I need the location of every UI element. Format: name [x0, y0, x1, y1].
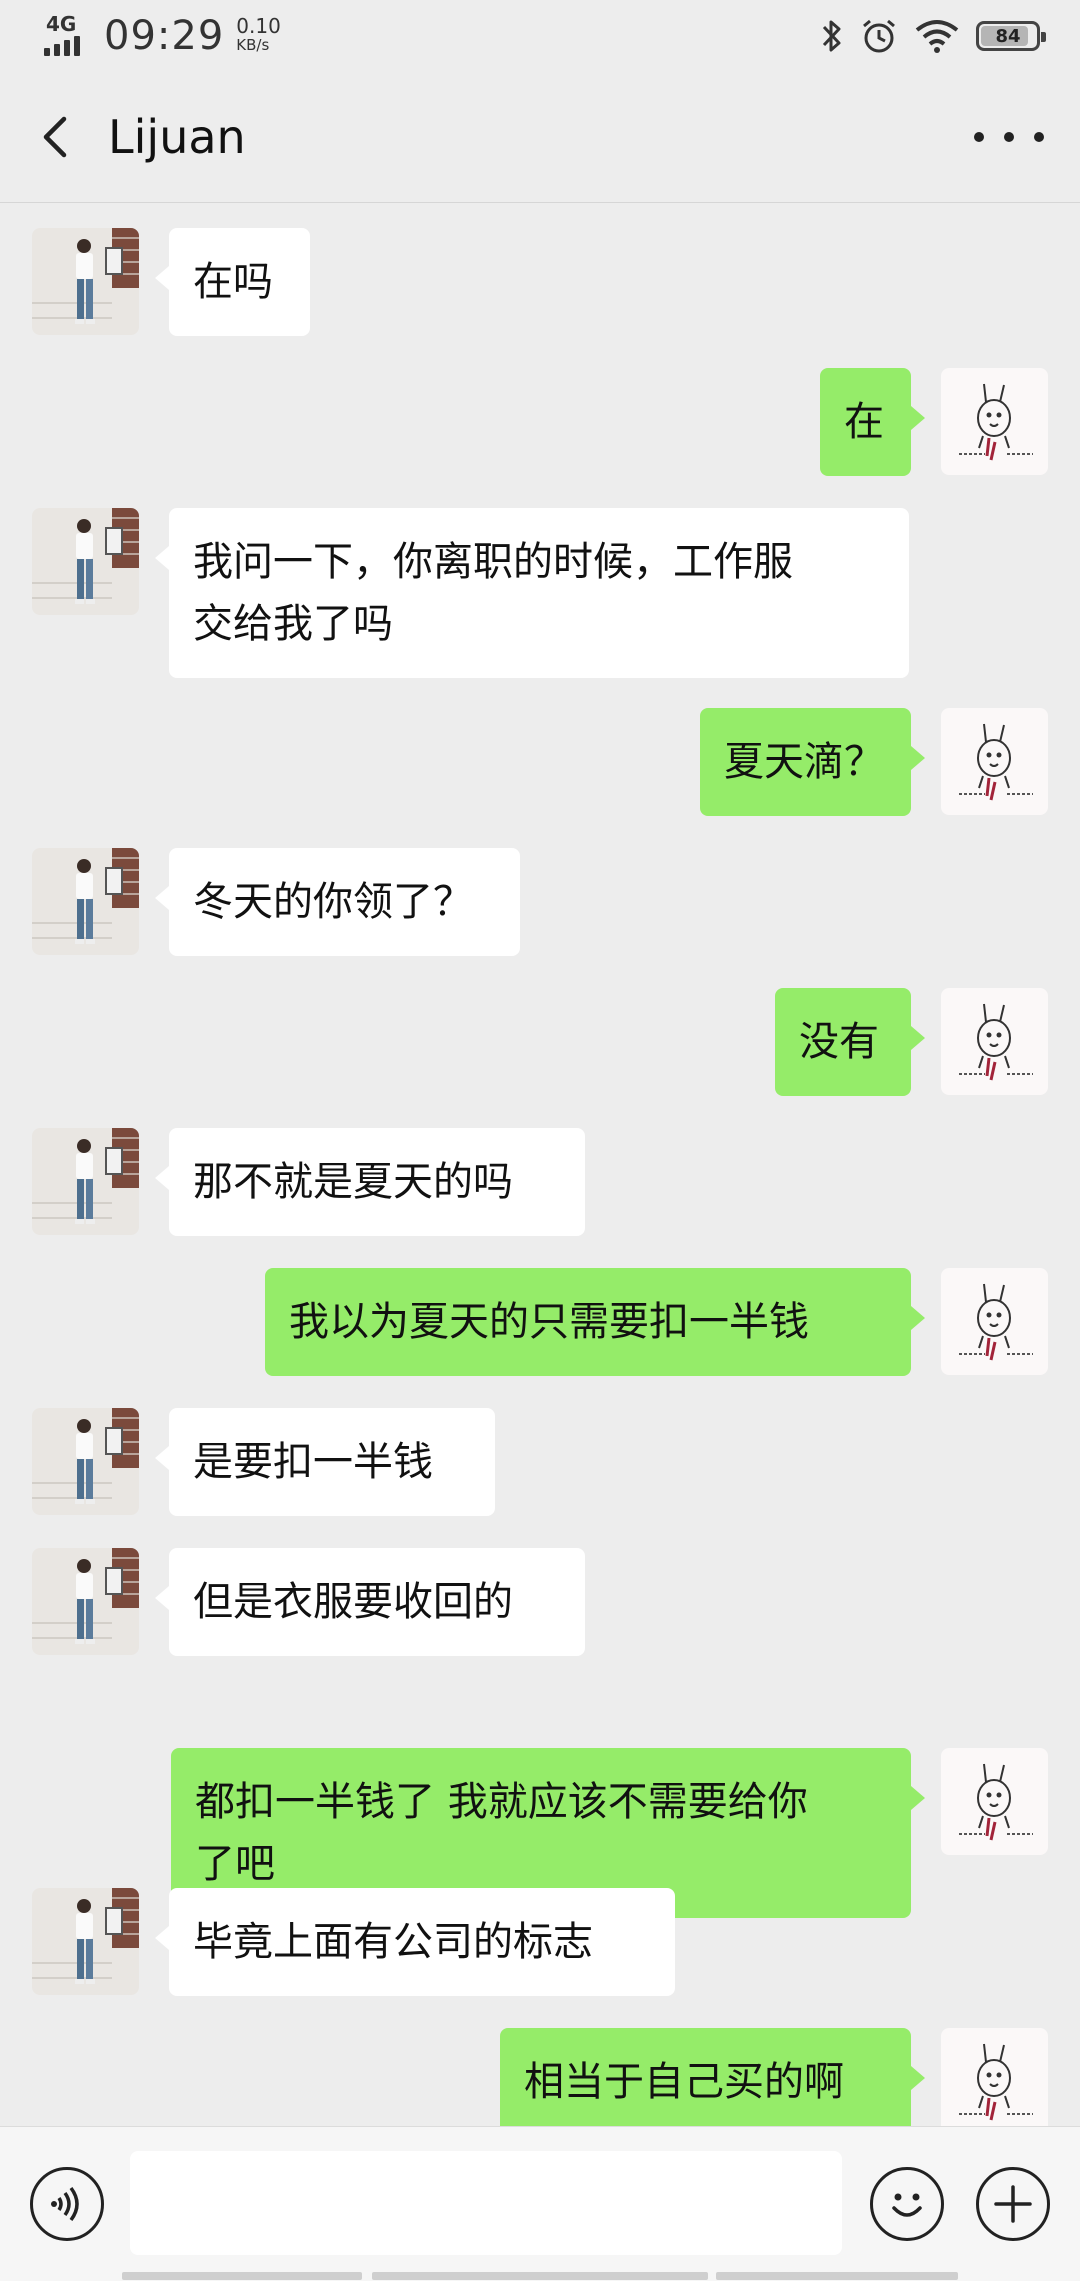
network-speed: 0.10 KB/s	[236, 14, 281, 55]
chevron-left-icon	[43, 116, 67, 158]
more-functions-button[interactable]	[976, 2167, 1050, 2241]
contact-avatar[interactable]	[32, 848, 139, 955]
nav-hint-left	[122, 2272, 362, 2280]
emoji-button[interactable]	[870, 2167, 944, 2241]
contact-avatar[interactable]	[32, 1128, 139, 1235]
network-speed-value: 0.10	[236, 14, 281, 38]
my-avatar[interactable]	[941, 1748, 1048, 1855]
status-time: 09:29	[104, 13, 225, 59]
status-bar: 4G 09:29 0.10 KB/s 84	[0, 0, 1080, 72]
alarm-icon	[863, 19, 895, 53]
battery-level: 84	[995, 25, 1021, 47]
emoji-icon	[892, 2193, 922, 2217]
contact-avatar[interactable]	[32, 1548, 139, 1655]
received-message-bubble[interactable]: 那不就是夏天的吗	[155, 1128, 585, 1236]
bluetooth-icon	[822, 20, 841, 52]
input-bar	[0, 2126, 1080, 2281]
chat-title: Lijuan	[108, 110, 246, 164]
contact-avatar[interactable]	[32, 508, 139, 615]
nav-hint-right	[716, 2272, 958, 2280]
plus-icon	[994, 2185, 1032, 2223]
received-message-bubble[interactable]: 在吗	[155, 228, 310, 336]
message-list[interactable]: 在吗在我问一下，你离职的时候，工作服 交给我了吗夏天滴？ 冬天的你领了？ 没有那不就…	[0, 203, 1080, 2126]
more-dots-icon	[974, 132, 984, 142]
my-avatar[interactable]	[941, 988, 1048, 1095]
battery-icon: 84	[976, 21, 1046, 51]
contact-avatar[interactable]	[32, 1888, 139, 1995]
message-input[interactable]	[130, 2151, 842, 2255]
voice-icon	[51, 2186, 79, 2222]
nav-hint-center	[372, 2272, 708, 2280]
my-avatar[interactable]	[941, 368, 1048, 475]
voice-input-button[interactable]	[30, 2167, 104, 2241]
received-message-bubble[interactable]: 冬天的你领了？	[155, 848, 520, 956]
cellular-signal-icon: 4G	[44, 12, 94, 58]
my-avatar[interactable]	[941, 2028, 1048, 2126]
more-options-button[interactable]	[974, 110, 1044, 164]
my-avatar[interactable]	[941, 1268, 1048, 1375]
wifi-icon	[915, 20, 959, 53]
sent-message-bubble[interactable]: 相当于自己买的啊	[500, 2028, 925, 2126]
my-avatar[interactable]	[941, 708, 1048, 815]
received-message-bubble[interactable]: 毕竟上面有公司的标志	[155, 1888, 675, 1996]
sent-message-bubble[interactable]: 夏天滴？	[700, 708, 925, 816]
back-button[interactable]	[30, 107, 90, 167]
received-message-bubble[interactable]: 是要扣一半钱	[155, 1408, 495, 1516]
sent-message-bubble[interactable]: 在	[820, 368, 925, 476]
sent-message-bubble[interactable]: 没有	[775, 988, 925, 1096]
received-message-bubble[interactable]: 我问一下，你离职的时候，工作服 交给我了吗	[155, 508, 909, 678]
network-type: 4G	[46, 12, 77, 36]
contact-avatar[interactable]	[32, 1408, 139, 1515]
contact-avatar[interactable]	[32, 228, 139, 335]
sent-message-bubble[interactable]: 我以为夏天的只需要扣一半钱	[265, 1268, 925, 1376]
received-message-bubble[interactable]: 但是衣服要收回的	[155, 1548, 585, 1656]
chat-header: Lijuan	[0, 72, 1080, 203]
network-speed-unit: KB/s	[236, 36, 270, 54]
